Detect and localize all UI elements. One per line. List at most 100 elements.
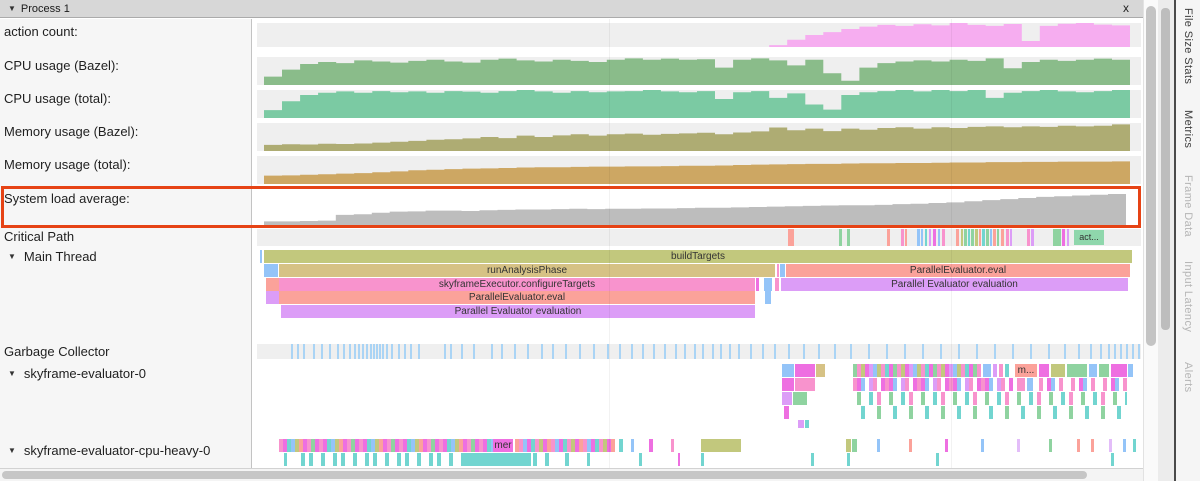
collapse-triangle-icon[interactable]: ▼ xyxy=(8,446,16,455)
trace-slice[interactable] xyxy=(777,264,779,277)
counter-chart-mem-total[interactable] xyxy=(264,156,1130,184)
trace-slice[interactable] xyxy=(945,439,948,452)
trace-slice[interactable] xyxy=(1017,378,1025,391)
trace-slice[interactable] xyxy=(639,453,642,466)
trace-slice[interactable]: m... xyxy=(1015,364,1037,377)
trace-slice[interactable] xyxy=(805,420,809,428)
trace-slice[interactable] xyxy=(619,439,623,452)
trace-slice[interactable] xyxy=(1099,364,1109,377)
trace-slice[interactable] xyxy=(1089,364,1097,377)
trace-slice[interactable] xyxy=(264,264,278,277)
counter-chart-cpu-total[interactable] xyxy=(264,90,1130,118)
trace-slice[interactable] xyxy=(279,439,493,452)
trace-slice[interactable] xyxy=(811,453,814,466)
collapse-triangle-icon[interactable]: ▼ xyxy=(8,4,16,13)
trace-slice[interactable] xyxy=(775,278,779,291)
trace-slice[interactable] xyxy=(284,453,287,466)
trace-slice[interactable] xyxy=(793,392,807,405)
trace-slice[interactable] xyxy=(1111,453,1114,466)
trace-slice[interactable] xyxy=(1128,364,1133,377)
thread-label-skyframe-evaluator-cpu-heavy-0[interactable]: ▼ skyframe-evaluator-cpu-heavy-0 xyxy=(8,443,210,458)
thread-label-skyframe-evaluator-0[interactable]: ▼ skyframe-evaluator-0 xyxy=(8,366,146,381)
tab-metrics[interactable]: Metrics xyxy=(1182,110,1194,148)
trace-slice[interactable] xyxy=(701,439,741,452)
trace-slice[interactable] xyxy=(852,439,857,452)
trace-slice[interactable] xyxy=(795,364,815,377)
trace-slice[interactable] xyxy=(1067,364,1087,377)
horizontal-scrollbar[interactable] xyxy=(0,468,1143,481)
trace-slice[interactable] xyxy=(678,453,680,466)
trace-slice[interactable] xyxy=(1133,439,1136,452)
page-scrollbar-thumb[interactable] xyxy=(1161,8,1170,330)
trace-slice[interactable] xyxy=(1051,364,1065,377)
trace-slice[interactable] xyxy=(857,392,1127,405)
trace-slice[interactable] xyxy=(764,278,772,291)
trace-slice[interactable]: ParallelEvaluator.eval xyxy=(279,291,755,304)
trace-slice[interactable] xyxy=(846,439,851,452)
trace-slice[interactable] xyxy=(1123,439,1126,452)
trace-slice[interactable] xyxy=(765,291,771,304)
tab-frame-data[interactable]: Frame Data xyxy=(1182,175,1194,237)
trace-slice[interactable] xyxy=(877,439,880,452)
trace-slice[interactable] xyxy=(461,453,531,466)
trace-slice[interactable] xyxy=(671,439,674,452)
trace-slice[interactable] xyxy=(587,453,590,466)
close-button[interactable]: x xyxy=(1119,1,1133,15)
trace-slice[interactable] xyxy=(631,439,634,452)
timeline-canvas[interactable]: act... buildTargets runAnalysisPhase Para… xyxy=(257,19,1143,468)
trace-slice[interactable]: Parallel Evaluator evaluation xyxy=(281,305,755,318)
horizontal-scrollbar-thumb[interactable] xyxy=(2,471,1087,479)
trace-slice[interactable] xyxy=(1109,439,1112,452)
trace-slice[interactable] xyxy=(533,453,573,466)
trace-slice[interactable]: runAnalysisPhase xyxy=(279,264,775,277)
trace-slice[interactable] xyxy=(795,378,815,391)
trace-slice[interactable] xyxy=(266,278,279,291)
trace-slice[interactable] xyxy=(909,439,912,452)
trace-slice[interactable] xyxy=(1005,364,1009,377)
trace-slice[interactable] xyxy=(780,264,785,277)
page-scrollbar[interactable] xyxy=(1158,0,1174,481)
trace-slice[interactable] xyxy=(266,291,279,304)
thread-label-main-thread[interactable]: ▼ Main Thread xyxy=(8,249,97,264)
trace-slice[interactable] xyxy=(515,439,615,452)
trace-slice[interactable] xyxy=(936,453,939,466)
trace-slice[interactable]: skyframeExecutor.configureTargets xyxy=(279,278,755,291)
trace-slice[interactable] xyxy=(782,364,794,377)
tab-file-size-stats[interactable]: File Size Stats xyxy=(1182,8,1194,84)
trace-slice[interactable] xyxy=(1027,378,1033,391)
collapse-triangle-icon[interactable]: ▼ xyxy=(8,252,16,261)
trace-slice[interactable] xyxy=(1111,364,1127,377)
trace-slice[interactable] xyxy=(782,378,794,391)
trace-slice[interactable] xyxy=(784,406,789,419)
process-header[interactable]: ▼ Process 1 x xyxy=(0,0,1143,18)
trace-slice[interactable] xyxy=(999,364,1003,377)
trace-slice[interactable]: buildTargets xyxy=(264,250,1132,263)
trace-slice[interactable]: ParallelEvaluator.eval xyxy=(786,264,1130,277)
collapse-triangle-icon[interactable]: ▼ xyxy=(8,369,16,378)
tab-alerts[interactable]: Alerts xyxy=(1182,362,1194,393)
trace-slice[interactable] xyxy=(798,420,804,428)
trace-slice[interactable] xyxy=(981,439,984,452)
trace-slice[interactable] xyxy=(853,364,981,377)
trace-slice[interactable]: Parallel Evaluator evaluation xyxy=(781,278,1128,291)
trace-slice[interactable] xyxy=(1049,439,1052,452)
vertical-scrollbar-thumb[interactable] xyxy=(1146,6,1156,346)
counter-chart-system-load[interactable] xyxy=(264,189,1126,225)
counter-chart-action-count[interactable] xyxy=(264,23,1130,47)
vertical-scrollbar[interactable] xyxy=(1143,0,1158,481)
trace-slice[interactable] xyxy=(701,453,704,466)
counter-chart-mem-bazel[interactable] xyxy=(264,123,1130,151)
trace-slice[interactable] xyxy=(649,439,653,452)
trace-slice[interactable]: mer xyxy=(493,439,513,452)
trace-slice[interactable] xyxy=(260,250,262,263)
trace-slice[interactable] xyxy=(1039,378,1131,391)
trace-slice[interactable] xyxy=(301,453,461,466)
critical-path-badge[interactable]: act... xyxy=(1074,230,1104,245)
trace-slice[interactable] xyxy=(861,406,1127,419)
tab-input-latency[interactable]: Input Latency xyxy=(1182,261,1194,332)
trace-slice[interactable] xyxy=(1077,439,1080,452)
trace-slice[interactable] xyxy=(1039,364,1049,377)
trace-slice[interactable] xyxy=(1017,439,1020,452)
counter-chart-cpu-bazel[interactable] xyxy=(264,57,1130,85)
trace-slice[interactable] xyxy=(1091,439,1094,452)
